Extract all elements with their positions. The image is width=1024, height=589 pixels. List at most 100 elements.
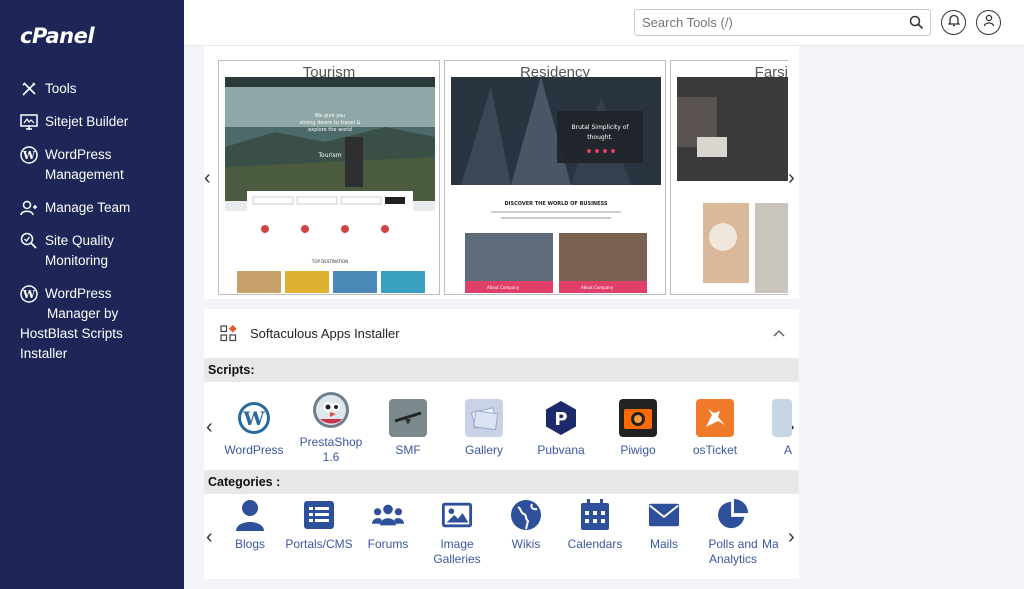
category-wikis[interactable]: Wikis — [486, 499, 566, 552]
chevron-up-icon[interactable] — [773, 325, 785, 340]
sidebar-item-site-quality[interactable]: Site Quality Monitoring — [0, 228, 184, 274]
softaculous-icon — [220, 324, 237, 342]
category-polls-analytics[interactable]: Polls and Analytics — [693, 499, 773, 567]
sidebar-item-label: Installer — [20, 346, 68, 361]
category-calendars[interactable]: Calendars — [555, 499, 635, 552]
partial-app-icon — [772, 399, 792, 437]
prestashop-logo-icon — [312, 391, 350, 429]
script-smf[interactable]: SMF — [373, 399, 443, 457]
category-forums[interactable]: Forums — [348, 499, 428, 552]
themes-prev-arrow[interactable]: ‹ — [204, 168, 211, 188]
user-icon — [983, 14, 995, 32]
script-gallery[interactable]: Gallery — [449, 399, 519, 457]
svg-text:explore the world: explore the world — [308, 127, 352, 133]
sidebar-item-sitejet[interactable]: Sitejet Builder — [0, 109, 184, 135]
script-label: osTicket — [692, 443, 738, 457]
categories-next-arrow[interactable]: › — [788, 527, 795, 547]
search-box[interactable] — [634, 9, 931, 36]
category-partial[interactable]: Ma — [762, 499, 788, 552]
svg-text:TOP DESTINATION: TOP DESTINATION — [311, 259, 348, 264]
piwigo-logo-icon — [619, 399, 657, 437]
theme-card-residency[interactable]: Residency Brutal Simplicity of thought. … — [444, 60, 666, 295]
sidebar-item-label: HostBlast Scripts — [20, 326, 123, 341]
wordpress-icon: W — [20, 284, 38, 304]
magnifier-icon — [20, 231, 38, 251]
sidebar-item-tools[interactable]: Tools — [0, 76, 184, 102]
svg-text:W: W — [22, 288, 36, 301]
script-osticket[interactable]: osTicket — [680, 399, 750, 457]
theme-preview: Brutal Simplicity of thought. DISCOVER T… — [451, 77, 661, 293]
softaculous-header[interactable]: Softaculous Apps Installer — [204, 309, 799, 357]
sidebar-item-label: Manage Team — [45, 200, 131, 215]
user-icon — [234, 499, 266, 531]
osticket-logo-icon — [696, 399, 734, 437]
category-label: Blogs — [234, 537, 266, 551]
partial-category-icon — [770, 499, 780, 531]
script-wordpress[interactable]: W WordPress — [219, 399, 289, 457]
script-label: Gallery — [464, 443, 503, 457]
svg-text:We give you: We give you — [315, 113, 346, 119]
svg-text:About Company: About Company — [487, 285, 520, 290]
search-input[interactable] — [635, 10, 895, 35]
globe-icon — [510, 499, 542, 531]
svg-text:Tourism: Tourism — [317, 152, 341, 159]
sidebar-item-label: Sitejet Builder — [45, 114, 129, 129]
bell-icon — [946, 14, 961, 32]
scripts-prev-arrow[interactable]: ‹ — [206, 417, 213, 437]
category-label: Portals/CMS — [285, 537, 353, 551]
sidebar-item-label: Tools — [45, 81, 77, 96]
script-label: PrestaShop — [299, 435, 363, 449]
scripts-section-label: Scripts: — [204, 358, 799, 382]
svg-text:thought.: thought. — [587, 134, 613, 141]
themes-next-arrow[interactable]: › — [788, 168, 795, 188]
sidebar-item-wordpress-manager-hostblast[interactable]: W WordPress Manager by HostBlast Scripts… — [0, 281, 184, 367]
categories-section-label: Categories : — [204, 470, 799, 494]
themes-panel: ‹ › Tourism We give you strong desire to… — [204, 46, 799, 299]
script-label: A — [783, 443, 792, 457]
team-icon — [20, 198, 38, 218]
sidebar-item-label: WordPress — [45, 286, 112, 301]
category-label: Image — [440, 537, 474, 551]
category-label: Galleries — [433, 552, 481, 566]
sidebar-item-wordpress-management[interactable]: W WordPress Management — [0, 142, 184, 188]
theme-card-farsi[interactable]: Farsi — [670, 60, 788, 295]
sidebar-item-manage-team[interactable]: Manage Team — [0, 195, 184, 221]
sidebar-nav: Tools Sitejet Builder W WordPress Managem… — [0, 76, 184, 374]
category-label: Ma — [762, 537, 779, 551]
svg-text:P: P — [554, 409, 567, 430]
pubvana-logo-icon: P — [542, 399, 580, 437]
theme-card-tourism[interactable]: Tourism We give you strong desire to tra… — [218, 60, 440, 295]
wordpress-logo-icon: W — [235, 399, 273, 437]
smf-logo-icon — [389, 399, 427, 437]
script-label: 1.6 — [322, 450, 340, 464]
wordpress-icon: W — [20, 145, 38, 165]
search-icon[interactable] — [909, 15, 924, 30]
script-piwigo[interactable]: Piwigo — [603, 399, 673, 457]
notifications-button[interactable] — [941, 10, 966, 35]
svg-text:W: W — [242, 408, 265, 430]
theme-preview — [677, 77, 788, 293]
script-pubvana[interactable]: P Pubvana — [526, 399, 596, 457]
sidebar-item-label: Site Quality — [45, 233, 115, 248]
image-icon — [441, 499, 473, 531]
tools-icon — [20, 79, 38, 99]
category-label: Polls and — [708, 537, 758, 551]
top-header — [184, 0, 1024, 46]
category-mails[interactable]: Mails — [624, 499, 704, 552]
calendar-icon — [579, 499, 611, 531]
category-blogs[interactable]: Blogs — [210, 499, 290, 552]
scripts-carousel: ‹ › W WordPress PrestaShop1.6 SMF Galler… — [204, 391, 799, 471]
categories-carousel: ‹ › Blogs Portals/CMS Forums Image Galler… — [204, 499, 799, 579]
category-label: Forums — [367, 537, 409, 551]
script-prestashop[interactable]: PrestaShop 1.6 — [296, 391, 366, 465]
cpanel-logo[interactable]: cPanel — [20, 24, 95, 48]
script-partial[interactable]: A — [752, 399, 792, 457]
user-menu-button[interactable] — [976, 10, 1001, 35]
category-portals-cms[interactable]: Portals/CMS — [279, 499, 359, 552]
script-label: Piwigo — [620, 443, 656, 457]
category-image-galleries[interactable]: Image Galleries — [417, 499, 497, 567]
monitor-icon — [20, 112, 38, 132]
svg-text:strong desire to travel &: strong desire to travel & — [300, 120, 361, 126]
sidebar-item-label: WordPress — [45, 147, 112, 162]
script-label: Pubvana — [537, 443, 585, 457]
